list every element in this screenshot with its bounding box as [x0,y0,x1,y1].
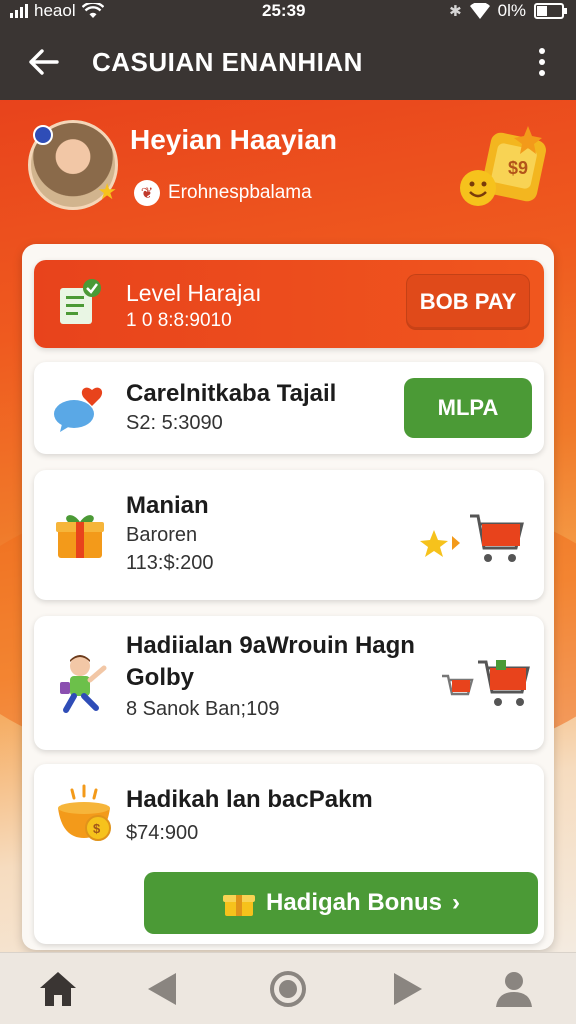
reward-value: 8 Sanok Ban;109 [126,698,280,720]
svg-text:$: $ [93,821,101,836]
running-kid-icon [60,655,107,713]
reward-value: S2: 5:3090 [126,412,223,434]
status-time: 25:39 [262,1,306,20]
nav-profile-button[interactable] [490,965,538,1013]
battery-percent: 0l% [497,1,526,20]
menu-dot [539,48,545,54]
carrier-info: heaol [10,1,104,21]
coin-wallet-icon: $9 [460,126,546,206]
pay-button[interactable]: BOB PAY [406,274,530,330]
user-subtitle: ❦ Erohnespbalama [134,180,312,206]
home-icon [40,972,76,1006]
more-menu-button[interactable] [530,42,554,82]
carrier-name: heaol [34,1,76,20]
arrow-left-icon [29,49,59,75]
nav-home-circle-button[interactable] [264,965,312,1013]
reward-title: Hadiialan 9aWrouin Hagn Golby [126,632,415,691]
status-right: ✱ 0l% [449,1,567,21]
page-title: CASUIAN ENANHIAN [92,47,363,77]
level-card[interactable]: Level Harajaı 1 0 8:8:9010 BOB PAY [34,260,544,348]
user-name: Heyian Haayian [130,124,337,155]
app-bar: CASUIAN ENANHIAN [0,24,576,100]
menu-dot [539,70,545,76]
reward-card[interactable]: $ Hadikah lan bacPakm $74:900 Hadigah Bo… [34,764,544,944]
reward-title: Hadikah lan bacPakm [126,786,373,813]
forward-triangle-icon [394,973,422,1005]
shopping-carts-icon [442,660,530,706]
checklist-icon [60,279,101,324]
avatar[interactable]: ★ [28,120,118,210]
claim-button[interactable]: MLPA [404,378,532,438]
status-bar: heaol 25:39 ✱ 0l% [0,0,576,24]
nav-forward-button[interactable] [384,965,432,1013]
verified-badge-icon [33,125,53,145]
battery-icon [534,3,567,19]
profile-icon [496,972,532,1007]
level-title: Level Harajaı [126,280,262,306]
leaf-icon: ❦ [134,180,160,206]
home-circle-icon [270,971,306,1007]
bluetooth-icon: ✱ [449,3,462,20]
signal-icon [10,4,28,18]
reward-card[interactable]: Carelnitkaba Tajail S2: 5:3090 MLPA [34,362,544,454]
reward-title: Manian [126,492,209,519]
wifi-icon [81,3,104,18]
coin-pot-icon: $ [58,784,111,841]
back-button[interactable] [22,40,66,84]
arrow-right-icon: › [452,889,460,916]
gift-box-icon [222,895,255,916]
cart-star-icon [420,514,524,562]
chat-heart-icon [54,387,103,432]
reward-value: 113:$:200 [126,552,214,574]
level-value: 1 0 8:8:9010 [126,310,232,331]
reward-value: $74:900 [126,822,199,844]
reward-card[interactable]: Hadiialan 9aWrouin Hagn Golby 8 Sanok Ba… [34,616,544,750]
svg-text:$9: $9 [508,158,528,178]
bottom-navigation [0,952,576,1024]
back-triangle-icon [148,973,176,1005]
gift-box-icon [56,515,104,558]
bonus-button[interactable]: Hadigah Bonus › [144,872,538,934]
bonus-button-label: Hadigah Bonus [265,889,442,916]
star-badge-icon: ★ [97,179,117,204]
user-subtitle-text: Erohnespbalama [168,182,312,203]
menu-dot [539,59,545,65]
reward-card[interactable]: Manian Baroren 113:$:200 [34,470,544,600]
nav-home-button[interactable] [34,965,82,1013]
wifi-full-icon [469,3,490,19]
rewards-panel: Level Harajaı 1 0 8:8:9010 BOB PAY Carel… [22,244,554,950]
reward-title: Carelnitkaba Tajail [126,380,337,407]
reward-subtitle: Baroren [126,524,198,546]
nav-back-button[interactable] [138,965,186,1013]
